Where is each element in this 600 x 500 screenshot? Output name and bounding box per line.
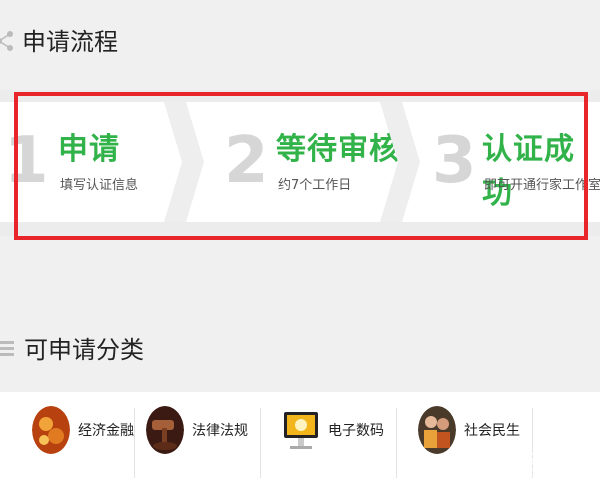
category-finance[interactable]: 经济金融 [32, 406, 134, 454]
category-label: 社会民生 [464, 423, 520, 439]
step-desc: 填写认证信息 [60, 178, 139, 193]
category-electronics[interactable]: 电子数码 [282, 406, 384, 454]
category-law[interactable]: 法律法规 [146, 406, 248, 454]
category-label: 电子数码 [328, 423, 384, 439]
menu-icon [0, 338, 16, 358]
share-icon [0, 30, 16, 52]
category-header: 可申请分类 [0, 330, 144, 365]
step-apply: 1 申请 填写认证信息 [0, 102, 204, 222]
process-header: 申请流程 [0, 22, 118, 57]
step-title: 认证成功 [482, 132, 575, 211]
watermark: Baidu 经验 jingyan.baidu.com [451, 446, 562, 484]
step-strip: 1 申请 填写认证信息 2 等待审核 约7个工作日 3 认证成功 即可开通行家工… [0, 102, 600, 222]
watermark-brand: Baidu 经验 [450, 450, 562, 474]
chevron-right-icon [164, 102, 204, 222]
step-success: 3 认证成功 即可开通行家工作室 [400, 102, 600, 222]
divider [134, 408, 135, 478]
electronics-icon [282, 406, 320, 454]
step-desc: 约7个工作日 [278, 178, 352, 193]
step-desc: 即可开通行家工作室 [484, 178, 600, 193]
watermark-url: jingyan.baidu.com [450, 473, 552, 484]
finance-icon [32, 406, 70, 454]
category-label: 法律法规 [192, 423, 248, 439]
step-number: 2 [224, 124, 269, 198]
step-number: 3 [432, 124, 477, 198]
category-title: 可申请分类 [24, 336, 144, 364]
step-number: 1 [4, 124, 49, 198]
step-title: 申请 [58, 132, 120, 167]
category-label: 经济金融 [78, 423, 134, 439]
step-review: 2 等待审核 约7个工作日 [200, 102, 420, 222]
law-icon [146, 406, 184, 454]
process-title: 申请流程 [22, 28, 118, 56]
divider [260, 408, 261, 478]
steps-panel: 1 申请 填写认证信息 2 等待审核 约7个工作日 3 认证成功 即可开通行家工… [0, 90, 600, 236]
divider [396, 408, 397, 478]
